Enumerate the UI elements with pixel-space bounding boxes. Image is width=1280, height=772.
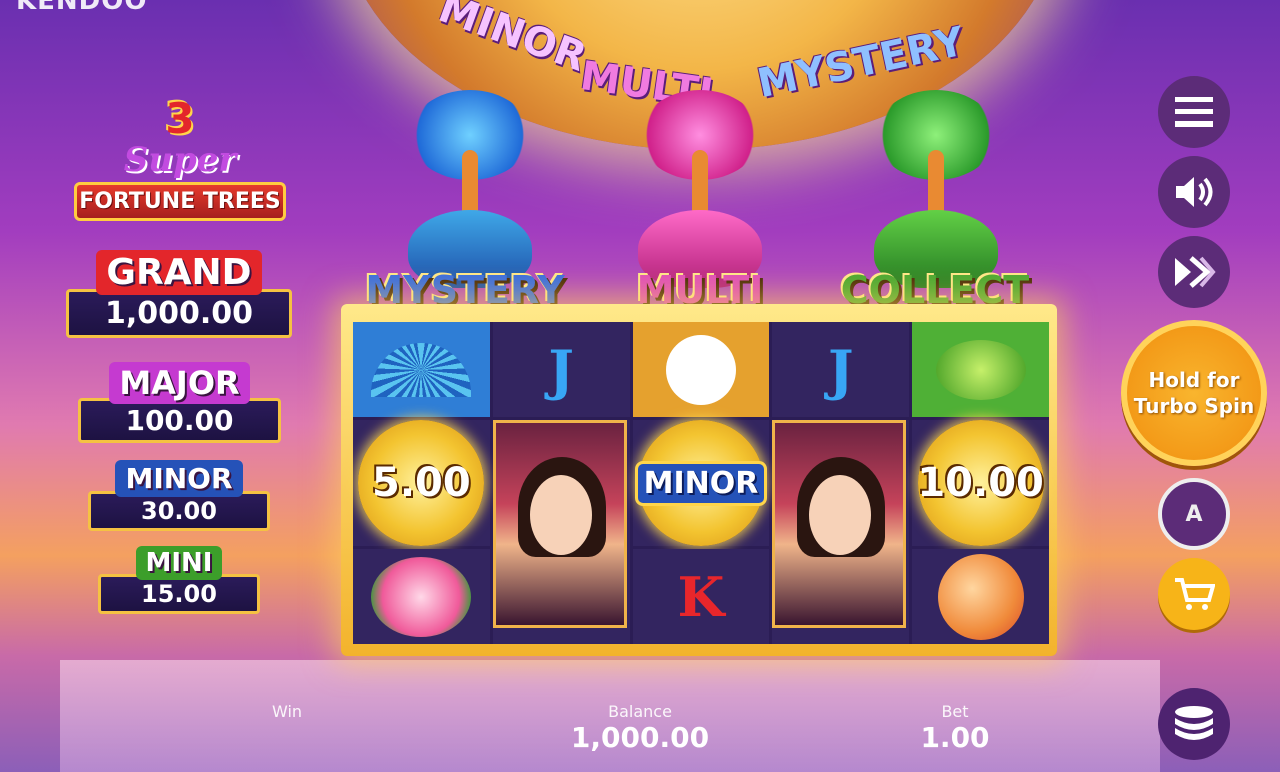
buy-feature-button[interactable]	[1158, 558, 1230, 630]
speaker-icon	[1176, 177, 1213, 207]
win-label: Win	[271, 702, 303, 721]
jackpot-mini-value: 15.00	[98, 574, 260, 614]
fan-icon	[353, 322, 490, 417]
jackpot-minor-value: 30.00	[88, 491, 270, 531]
bet-settings-button[interactable]	[1158, 688, 1230, 760]
coin-minor-label: MINOR	[634, 460, 768, 506]
sound-button[interactable]	[1158, 156, 1230, 228]
balance-label: Balance	[608, 702, 672, 721]
jackpot-major-label: MAJOR	[109, 362, 250, 404]
bet-value: 1.00	[920, 721, 990, 754]
coin-symbol: 10.00	[912, 420, 1049, 546]
jackpot-major-value: 100.00	[78, 398, 281, 443]
portrait-symbol	[772, 420, 910, 644]
jackpot-grand-value: 1,000.00	[66, 289, 292, 338]
hamburger-icon	[1175, 97, 1213, 127]
symbol-k: K	[632, 549, 770, 644]
game-logo: 3 Super FORTUNE TREES	[74, 96, 286, 221]
bet-display: Bet 1.00	[900, 702, 1010, 754]
coin-symbol: 5.00	[353, 420, 490, 546]
jackpot-grand-label: GRAND	[96, 250, 262, 295]
spin-label-line1: Hold for	[1148, 368, 1240, 392]
coin-symbol: MINOR	[632, 420, 770, 546]
portrait-symbol	[492, 420, 630, 644]
bet-label: Bet	[941, 702, 969, 721]
logo-super: Super	[123, 140, 237, 180]
peach-icon	[912, 549, 1049, 644]
coin-value: 5.00	[372, 460, 471, 506]
symbol-j: J	[772, 322, 910, 417]
fast-forward-icon	[1175, 256, 1216, 288]
spin-button[interactable]: Hold for Turbo Spin	[1121, 320, 1267, 466]
logo-title: FORTUNE TREES	[74, 182, 286, 221]
jackpot-grand: GRAND 1,000.00	[66, 250, 292, 338]
jackpot-mini-label: MINI	[135, 546, 223, 580]
crane-icon	[632, 322, 770, 417]
teapot-icon	[912, 322, 1049, 417]
spin-label-line2: Turbo Spin	[1133, 394, 1255, 418]
logo-number: 3	[165, 94, 195, 143]
symbol-j: J	[492, 322, 630, 417]
menu-button[interactable]	[1158, 76, 1230, 148]
reel-frame: J J 5.00 MINOR 10.00 K	[341, 304, 1057, 656]
brand-logo: KENDOO	[16, 0, 148, 16]
win-display: Win	[227, 702, 347, 721]
lady-portrait-icon	[492, 420, 627, 628]
jackpot-mini: MINI 15.00	[98, 546, 260, 614]
mystery-tree-icon	[400, 90, 540, 290]
collect-tree-icon	[866, 90, 1006, 290]
jackpot-minor: MINOR 30.00	[88, 460, 270, 531]
coin-stack-icon	[1175, 706, 1213, 740]
lotus-icon	[353, 549, 490, 644]
coin-value: 10.00	[917, 460, 1044, 506]
lady-portrait-icon	[772, 420, 907, 628]
multi-tree-icon	[630, 90, 770, 290]
jackpot-minor-label: MINOR	[115, 460, 243, 497]
autoplay-icon: A	[1185, 501, 1203, 527]
turbo-button[interactable]	[1158, 236, 1230, 308]
jackpot-major: MAJOR 100.00	[78, 362, 281, 443]
balance-value: 1,000.00	[570, 721, 710, 754]
autoplay-button[interactable]: A	[1158, 478, 1230, 550]
cart-icon	[1175, 578, 1215, 610]
balance-display: Balance 1,000.00	[560, 702, 720, 754]
reel-grid: J J 5.00 MINOR 10.00 K	[353, 322, 1049, 644]
